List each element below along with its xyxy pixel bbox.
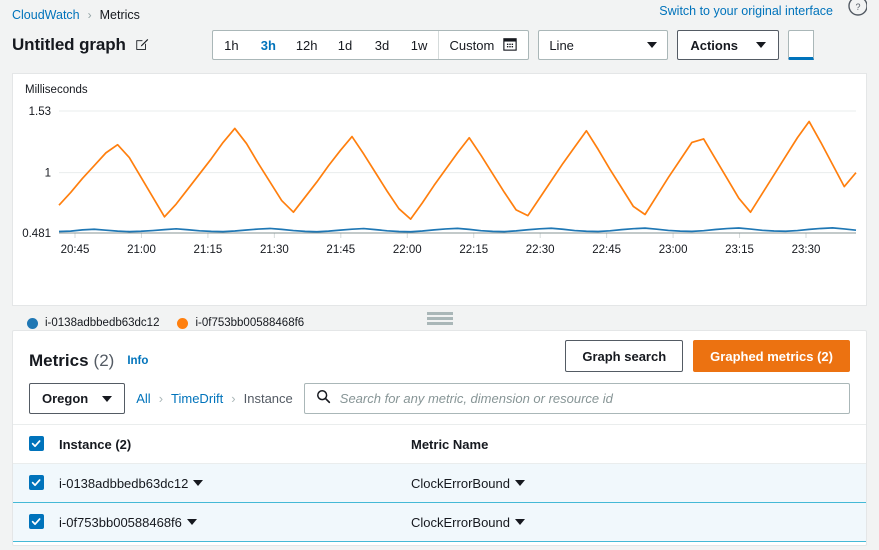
metric-search-box[interactable]: Search for any metric, dimension or reso… — [303, 383, 850, 414]
chevron-down-icon[interactable] — [186, 519, 197, 525]
metrics-tab-buttons: Graph search Graphed metrics (2) — [565, 340, 850, 372]
svg-text:1: 1 — [45, 168, 51, 180]
svg-text:?: ? — [855, 2, 860, 12]
row-select-cell — [13, 502, 59, 542]
time-range-selector: 1h 3h 12h 1d 3d 1w Custom — [211, 30, 530, 60]
breadcrumb-separator-icon: › — [158, 391, 164, 406]
region-selector[interactable]: Oregon — [29, 383, 126, 414]
row-select-cell — [13, 463, 59, 503]
chart-legend: i-0138adbbedb63dc12 i-0f753bb00588468f6 — [27, 317, 304, 329]
switch-interface-link[interactable]: Switch to your original interface — [659, 4, 833, 18]
help-circle-icon[interactable]: ? — [845, 0, 868, 26]
custom-range-button[interactable]: Custom — [437, 31, 529, 59]
legend-item-1[interactable]: i-0f753bb00588468f6 — [177, 317, 304, 329]
partial-toolbar-button[interactable] — [788, 30, 814, 60]
page-title: Untitled graph — [12, 35, 126, 54]
filter-breadcrumb-namespace[interactable]: TimeDrift — [171, 391, 223, 406]
svg-text:21:30: 21:30 — [260, 244, 289, 256]
actions-label: Actions — [690, 37, 738, 53]
metrics-panel: Metrics (2) Info Graph search Graphed me… — [12, 330, 867, 546]
metrics-panel-header: Metrics (2) Info Graph search Graphed me… — [13, 331, 866, 377]
metrics-line-chart[interactable]: 20:45 21:00 21:15 21:30 21:45 22:00 22:15 22:30… — [13, 74, 866, 305]
breadcrumb-metrics: Metrics — [99, 8, 140, 22]
breadcrumb-separator-icon: › — [231, 391, 236, 406]
time-range-1w[interactable]: 1w — [401, 31, 438, 59]
svg-text:22:15: 22:15 — [459, 244, 488, 256]
svg-text:22:45: 22:45 — [592, 244, 621, 256]
chevron-down-icon — [756, 42, 766, 48]
metric-name-label: ClockErrorBound — [411, 475, 510, 491]
table-row[interactable]: i-0f753bb00588468f6 ClockErrorBound — [13, 502, 866, 542]
metric-name-cell: ClockErrorBound — [411, 463, 866, 503]
svg-text:23:15: 23:15 — [725, 244, 754, 256]
instance-label: i-0138adbbedb63dc12 — [59, 475, 189, 491]
metric-name-label: ClockErrorBound — [411, 514, 510, 530]
metric-name-cell: ClockErrorBound — [411, 502, 866, 542]
metrics-title: Metrics — [29, 351, 89, 370]
chart-type-value: Line — [549, 37, 574, 53]
legend-color-swatch — [177, 317, 189, 329]
metrics-table: Instance (2) Metric Name i-0138adbbedb63… — [13, 424, 866, 542]
chart-type-dropdown[interactable]: Line — [538, 30, 669, 60]
filter-breadcrumb-dimension: Instance — [243, 391, 293, 406]
time-range-3h[interactable]: 3h — [250, 31, 287, 59]
svg-text:23:30: 23:30 — [792, 244, 821, 256]
legend-label: i-0138adbbedb63dc12 — [45, 317, 160, 329]
metrics-filter-row: Oregon All › TimeDrift › Instance Search… — [13, 377, 866, 424]
select-all-checkbox[interactable] — [29, 436, 44, 451]
search-input-placeholder: Search for any metric, dimension or reso… — [339, 391, 613, 406]
time-range-1d[interactable]: 1d — [327, 31, 364, 59]
edit-pencil-icon[interactable] — [135, 38, 149, 52]
graphed-metrics-button[interactable]: Graphed metrics (2) — [693, 340, 850, 372]
svg-text:22:00: 22:00 — [393, 244, 422, 256]
row-checkbox[interactable] — [29, 475, 44, 490]
top-bar: CloudWatch › Metrics Untitled graph Swit… — [0, 0, 879, 65]
custom-range-label: Custom — [449, 37, 495, 53]
svg-text:20:45: 20:45 — [61, 244, 90, 256]
legend-color-swatch — [27, 317, 38, 329]
metric-filter-breadcrumb: All › TimeDrift › Instance — [136, 391, 293, 406]
table-header-row: Instance (2) Metric Name — [13, 424, 866, 464]
metrics-table-body: i-0138adbbedb63dc12 ClockErrorBound i-0f75… — [13, 463, 866, 542]
table-row[interactable]: i-0138adbbedb63dc12 ClockErrorBound — [13, 463, 866, 503]
region-value: Oregon — [42, 391, 89, 406]
select-all-header — [13, 424, 59, 464]
svg-text:23:00: 23:00 — [659, 244, 688, 256]
chevron-down-icon[interactable] — [515, 480, 525, 486]
svg-text:21:45: 21:45 — [326, 244, 355, 256]
svg-text:21:00: 21:00 — [127, 244, 156, 256]
instance-cell: i-0f753bb00588468f6 — [59, 502, 411, 542]
column-header-metric-name[interactable]: Metric Name — [411, 424, 866, 464]
breadcrumb-separator-icon: › — [87, 8, 92, 22]
svg-text:21:15: 21:15 — [194, 244, 223, 256]
instance-cell: i-0138adbbedb63dc12 — [59, 463, 411, 503]
chevron-down-icon[interactable] — [515, 519, 525, 525]
legend-label: i-0f753bb00588468f6 — [195, 317, 305, 329]
instance-label: i-0f753bb00588468f6 — [59, 514, 182, 530]
info-link[interactable]: Info — [127, 355, 148, 367]
chevron-down-icon — [647, 42, 658, 48]
title-row: Untitled graph Switch to your original i… — [12, 0, 868, 65]
chevron-down-icon[interactable] — [193, 480, 204, 486]
chevron-down-icon — [102, 395, 113, 402]
svg-text:0.481: 0.481 — [22, 228, 51, 240]
time-range-3d[interactable]: 3d — [364, 31, 401, 59]
svg-text:1.53: 1.53 — [29, 106, 51, 118]
resize-grip-icon — [426, 311, 453, 325]
svg-text:22:30: 22:30 — [526, 244, 555, 256]
legend-item-0[interactable]: i-0138adbbedb63dc12 — [27, 317, 159, 329]
time-range-1h[interactable]: 1h — [213, 31, 250, 59]
breadcrumb-cloudwatch[interactable]: CloudWatch — [12, 8, 80, 22]
actions-dropdown[interactable]: Actions — [677, 30, 779, 60]
filter-breadcrumb-all[interactable]: All — [136, 391, 150, 406]
time-range-12h[interactable]: 12h — [287, 31, 327, 59]
row-checkbox[interactable] — [29, 514, 44, 529]
column-header-instance[interactable]: Instance (2) — [59, 424, 411, 464]
metrics-count: (2) — [93, 351, 115, 370]
search-icon — [316, 389, 331, 409]
graph-search-button[interactable]: Graph search — [565, 340, 684, 372]
calendar-icon — [503, 37, 518, 54]
chart-card: Milliseconds 20:45 21:00 21:15 21:30 21:45 22… — [12, 73, 867, 329]
graph-controls: 1h 3h 12h 1d 3d 1w Custom Line Actions — [211, 30, 814, 60]
